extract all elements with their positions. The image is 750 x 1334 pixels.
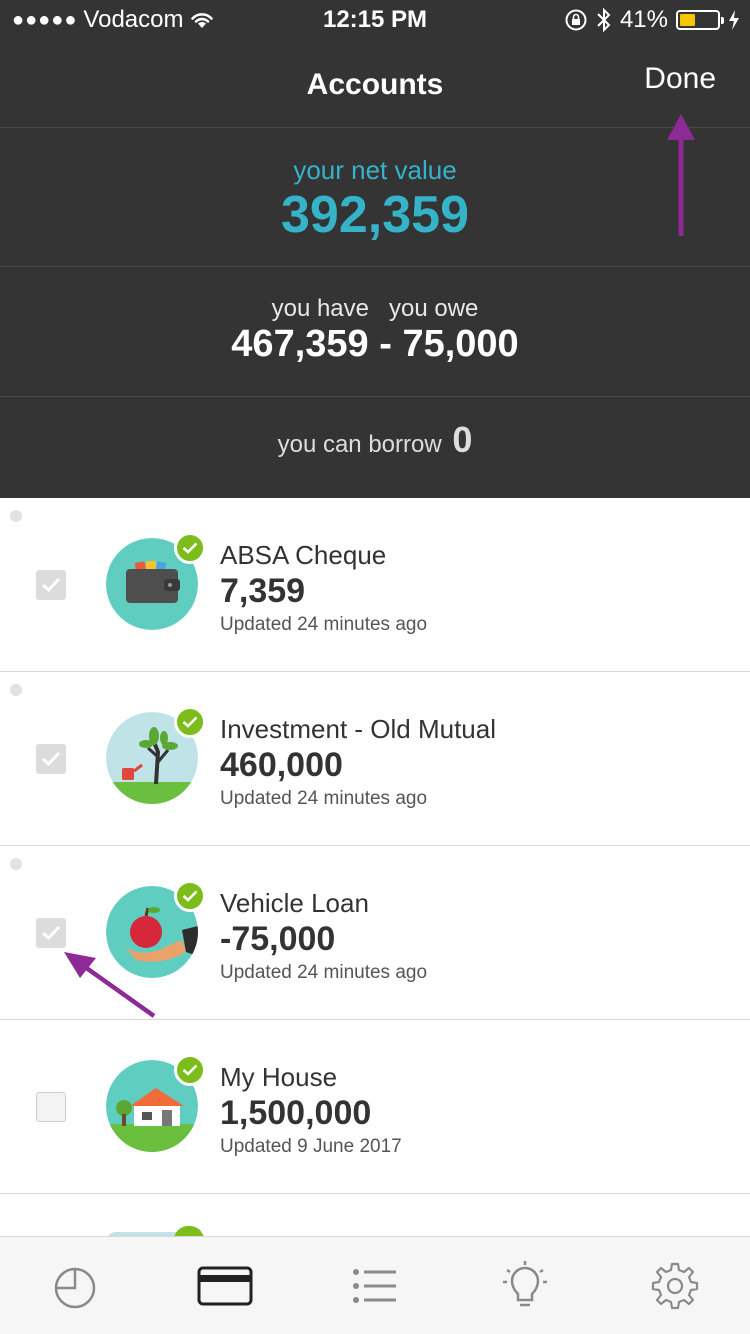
- account-updated: Updated 9 June 2017: [220, 1136, 402, 1157]
- account-amount: -75,000: [220, 920, 336, 958]
- account-updated: Updated 24 minutes ago: [220, 962, 428, 983]
- tab-overview[interactable]: [0, 1237, 150, 1334]
- tab-transactions[interactable]: [300, 1237, 450, 1334]
- lightbulb-icon: [503, 1260, 547, 1306]
- borrow-value: 0: [452, 419, 473, 460]
- done-button[interactable]: Done: [644, 62, 716, 96]
- connected-badge-icon: [174, 880, 206, 912]
- account-row[interactable]: Investment - Old Mutual 460,000 Updated …: [0, 672, 750, 846]
- checkmark-icon: [41, 751, 61, 767]
- connected-badge-icon: [174, 706, 206, 738]
- bluetooth-icon: [597, 7, 611, 33]
- account-row-partial[interactable]: [0, 1194, 750, 1236]
- borrow-section: you can borrow 0: [0, 397, 750, 498]
- tab-bar: [0, 1236, 750, 1334]
- accounts-header: ●●●●● Vodacom 12:15 PM 41% Accounts Done…: [0, 0, 750, 498]
- connected-badge-icon: [174, 532, 206, 564]
- orientation-lock-icon: [565, 9, 587, 31]
- account-amount: 1,500,000: [220, 1094, 372, 1132]
- account-row[interactable]: My House 1,500,000 Updated 9 June 2017: [0, 1020, 750, 1194]
- account-amount: 460,000: [220, 746, 343, 784]
- account-name: Investment - Old Mutual: [220, 714, 496, 744]
- pie-chart-icon: [54, 1267, 96, 1308]
- include-checkbox[interactable]: [36, 1092, 66, 1122]
- connected-badge-icon: [174, 1226, 204, 1236]
- net-value-amount: 392,359: [281, 186, 469, 244]
- net-value-section: your net value 392,359: [0, 129, 750, 267]
- account-name: My House: [220, 1062, 338, 1092]
- have-owe-values: 467,359 - 75,000: [0, 323, 750, 366]
- battery-percent: 41%: [619, 6, 668, 33]
- drag-handle-dot[interactable]: [10, 510, 22, 522]
- status-right: 41%: [564, 6, 740, 34]
- account-name: ABSA Cheque: [220, 540, 387, 570]
- battery-icon: [676, 10, 724, 30]
- include-checkbox[interactable]: [36, 918, 66, 948]
- include-checkbox[interactable]: [36, 570, 66, 600]
- drag-handle-dot[interactable]: [10, 684, 22, 696]
- include-checkbox[interactable]: [36, 744, 66, 774]
- account-updated: Updated 24 minutes ago: [220, 614, 428, 635]
- have-owe-labels: you have you owe: [0, 295, 750, 323]
- account-row[interactable]: Vehicle Loan -75,000 Updated 24 minutes …: [0, 846, 750, 1020]
- list-icon: [353, 1268, 396, 1303]
- account-amount: 7,359: [220, 572, 306, 610]
- minus-separator: -: [379, 323, 392, 365]
- charging-bolt-icon: [729, 10, 739, 30]
- gear-icon: [651, 1262, 699, 1309]
- borrow-line: you can borrow 0: [0, 419, 750, 461]
- tab-insights[interactable]: [450, 1237, 600, 1334]
- borrow-label: you can borrow: [277, 431, 442, 458]
- have-label: you have: [271, 295, 369, 322]
- account-name: Vehicle Loan: [220, 888, 369, 918]
- have-owe-section: you have you owe 467,359 - 75,000: [0, 267, 750, 397]
- card-icon: [197, 1266, 253, 1305]
- app-screen: ●●●●● Vodacom 12:15 PM 41% Accounts Done…: [0, 0, 750, 1334]
- accounts-list[interactable]: ABSA Cheque 7,359 Updated 24 minutes ago: [0, 498, 750, 1236]
- owe-value: 75,000: [402, 323, 519, 365]
- connected-badge-icon: [174, 1054, 206, 1086]
- drag-handle-dot[interactable]: [10, 858, 22, 870]
- account-row[interactable]: ABSA Cheque 7,359 Updated 24 minutes ago: [0, 498, 750, 672]
- status-bar: ●●●●● Vodacom 12:15 PM 41%: [0, 0, 750, 40]
- account-updated: Updated 24 minutes ago: [220, 788, 428, 809]
- tab-settings[interactable]: [600, 1237, 750, 1334]
- checkmark-icon: [41, 925, 61, 941]
- page-title: Accounts: [306, 68, 444, 101]
- navigation-bar: Accounts Done: [0, 40, 750, 128]
- owe-label: you owe: [389, 295, 479, 322]
- checkmark-icon: [41, 577, 61, 593]
- tab-accounts[interactable]: [150, 1237, 300, 1334]
- net-value-label: your net value: [293, 155, 457, 185]
- have-value: 467,359: [231, 323, 369, 365]
